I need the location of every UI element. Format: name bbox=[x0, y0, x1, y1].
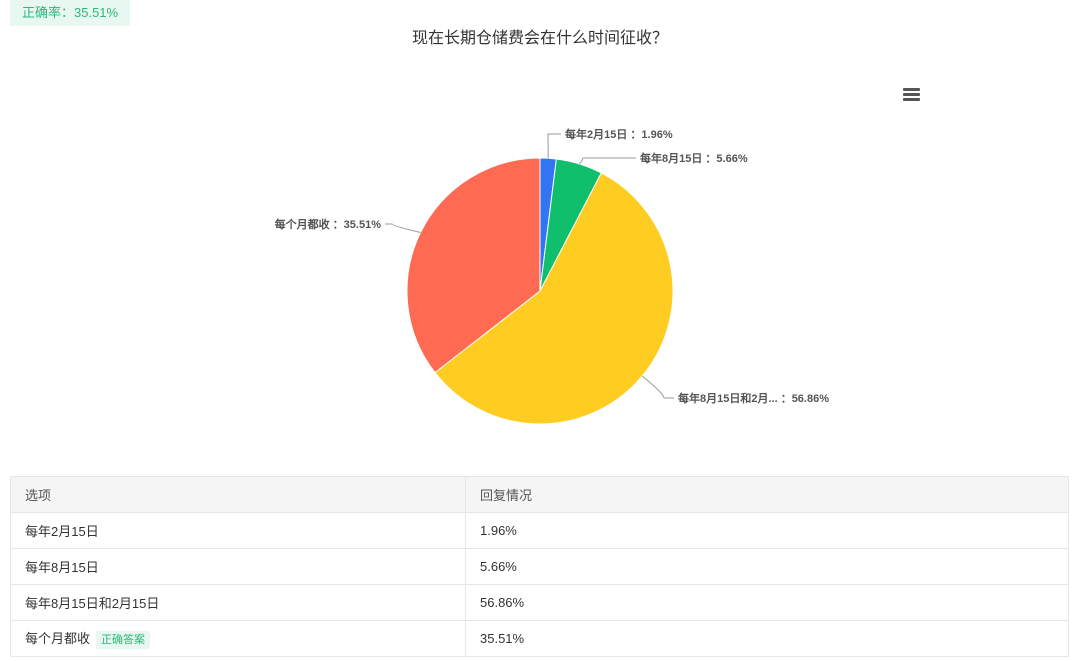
header-option: 选项 bbox=[10, 476, 466, 513]
label-connector bbox=[579, 157, 636, 165]
table-row: 每年8月15日 5.66% bbox=[10, 548, 1069, 585]
option-text: 每年8月15日和2月15日 bbox=[25, 596, 160, 611]
slice-label: 每年8月15日和2月... ：56.86% bbox=[678, 391, 829, 405]
label-connector bbox=[547, 133, 561, 159]
pie-chart: 每年2月15日 ：1.96% 每年8月15日 ：5.66% 每年8月15日和2月..… bbox=[275, 127, 829, 425]
option-cell: 每年8月15日 bbox=[10, 548, 466, 585]
label-connector bbox=[385, 223, 421, 234]
table-header-row: 选项 回复情况 bbox=[10, 476, 1069, 513]
result-table: 选项 回复情况 每年2月15日 1.96% 每年8月15日 5.66% 每年8月… bbox=[10, 476, 1069, 657]
option-text: 每年2月15日 bbox=[25, 524, 99, 539]
option-text: 每个月都收 bbox=[25, 631, 91, 646]
option-cell: 每年2月15日 bbox=[10, 512, 466, 549]
header-response: 回复情况 bbox=[465, 476, 1069, 513]
slice-label: 每个月都收 ：35.51% bbox=[275, 217, 382, 231]
value-cell: 1.96% bbox=[465, 512, 1069, 549]
option-cell: 每年8月15日和2月15日 bbox=[10, 584, 466, 621]
value-cell: 56.86% bbox=[465, 584, 1069, 621]
option-text: 每年8月15日 bbox=[25, 560, 99, 575]
value-cell: 35.51% bbox=[465, 620, 1069, 657]
option-cell: 每个月都收 正确答案 bbox=[10, 620, 466, 657]
slice-label: 每年2月15日 ：1.96% bbox=[565, 127, 673, 141]
correct-answer-tag: 正确答案 bbox=[96, 631, 151, 649]
table-row: 每年8月15日和2月15日 56.86% bbox=[10, 584, 1069, 621]
accuracy-badge: 正确率：35.51% bbox=[10, 0, 131, 26]
table-row: 每年2月15日 1.96% bbox=[10, 512, 1069, 549]
value-cell: 5.66% bbox=[465, 548, 1069, 585]
label-connector bbox=[641, 375, 674, 399]
chart-title: 现在长期仓储费会在什么时间征收？ bbox=[411, 30, 668, 47]
table-row: 每个月都收 正确答案 35.51% bbox=[10, 620, 1069, 657]
slice-label: 每年8月15日 ：5.66% bbox=[640, 151, 748, 165]
